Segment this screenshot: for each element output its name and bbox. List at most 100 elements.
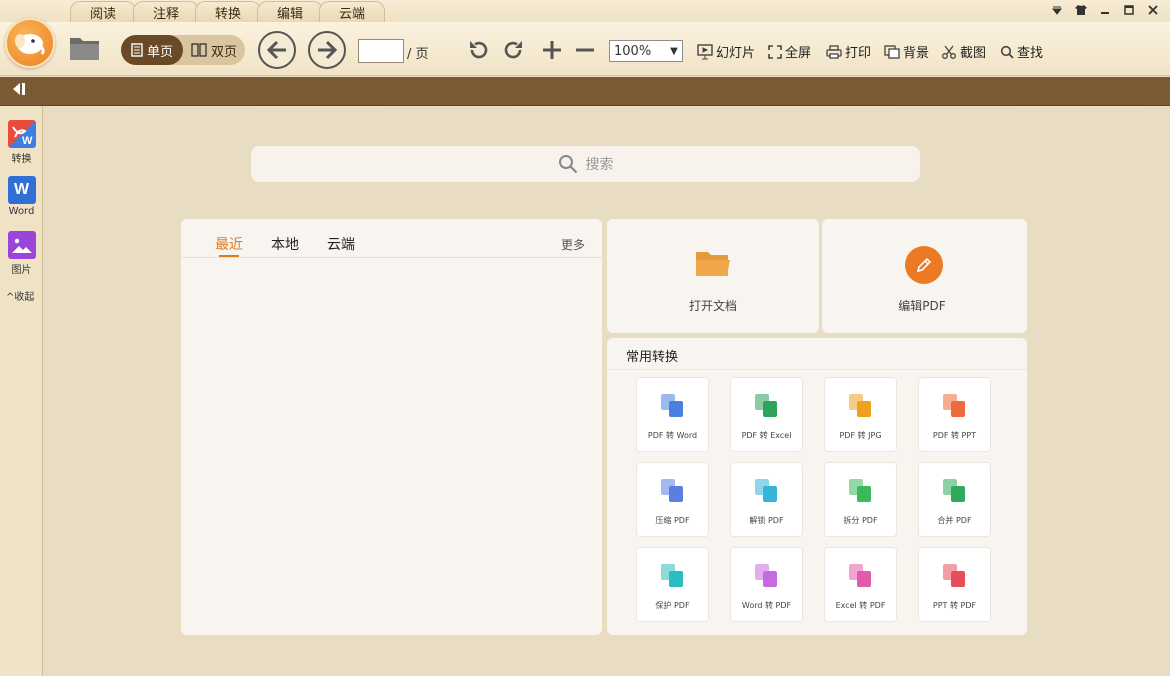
- fullscreen-button[interactable]: 全屏: [768, 42, 811, 61]
- conversion-icon: [848, 479, 873, 503]
- open-document-card[interactable]: [607, 219, 819, 333]
- conversion-label: 压缩 PDF: [655, 516, 690, 525]
- sidebar-item-word[interactable]: W Word: [0, 176, 43, 217]
- title-bar: 阅读 注释 转换 编辑 云端: [0, 0, 1170, 22]
- conversion-label: 保护 PDF: [655, 601, 690, 610]
- conversion-tile[interactable]: 拆分 PDF: [824, 462, 897, 537]
- conversion-tile[interactable]: PDF 转 JPG: [824, 377, 897, 452]
- pencil-icon: [905, 246, 943, 284]
- dropdown-icon[interactable]: [1048, 2, 1066, 18]
- sidebar-item-label: 图片: [11, 265, 32, 276]
- zoom-in-icon[interactable]: [540, 38, 564, 68]
- rotate-right-icon[interactable]: [501, 38, 525, 68]
- conversion-tile[interactable]: Excel 转 PDF: [824, 547, 897, 622]
- conversion-tile[interactable]: PDF 转 Word: [636, 377, 709, 452]
- sidebar-item-image[interactable]: 图片: [0, 231, 43, 276]
- section-divider: [607, 369, 1027, 370]
- close-icon[interactable]: [1144, 2, 1162, 18]
- rotate-left-icon[interactable]: [467, 38, 491, 68]
- section-title: 常用转换: [626, 350, 679, 365]
- folder-icon: [696, 252, 730, 276]
- scissors-icon: [942, 45, 956, 59]
- tab-cloud-files[interactable]: 云端: [327, 234, 355, 254]
- screenshot-button[interactable]: 截图: [941, 42, 986, 61]
- slideshow-button[interactable]: 幻灯片: [697, 42, 755, 61]
- conversion-label: PDF 转 Excel: [741, 431, 792, 440]
- conversion-icon: [754, 564, 779, 588]
- conversion-tile[interactable]: PPT 转 PDF: [918, 547, 991, 622]
- double-page-button[interactable]: 双页: [183, 35, 245, 65]
- tab-edit[interactable]: 编辑: [257, 1, 323, 22]
- maximize-icon[interactable]: [1120, 2, 1138, 18]
- slideshow-label: 幻灯片: [716, 46, 756, 61]
- sidebar-item-label: Word: [8, 206, 35, 217]
- search-input[interactable]: 搜索: [251, 146, 920, 182]
- search-icon: [1000, 45, 1014, 59]
- tab-recent[interactable]: 最近: [215, 234, 243, 254]
- sidebar-collapse[interactable]: ^收起: [6, 288, 34, 303]
- image-icon: [7, 231, 36, 259]
- window-controls: [1048, 2, 1162, 18]
- tab-annotate[interactable]: 注释: [133, 1, 199, 22]
- tab-cloud[interactable]: 云端: [319, 1, 385, 22]
- sidebar-item-convert[interactable]: W 转换: [0, 120, 43, 165]
- panel-strip: [0, 77, 1170, 106]
- conversion-tile[interactable]: 合并 PDF: [918, 462, 991, 537]
- printer-icon: [826, 44, 842, 59]
- conversion-tile[interactable]: PDF 转 Excel: [730, 377, 803, 452]
- conversion-icon: [754, 394, 779, 418]
- print-label: 打印: [845, 46, 872, 61]
- conversion-label: PDF 转 PPT: [932, 431, 977, 440]
- sidebar: W 转换 W Word 图片 ^收起: [0, 106, 43, 676]
- collapse-panel-icon[interactable]: [10, 81, 32, 101]
- conversion-label: Word 转 PDF: [741, 601, 792, 610]
- chevron-down-icon: ▼: [670, 45, 678, 57]
- conversion-icon: [660, 394, 685, 418]
- page-number-input[interactable]: [358, 39, 404, 63]
- conversion-label: Excel 转 PDF: [835, 601, 886, 610]
- app-logo[interactable]: [5, 18, 55, 68]
- zoom-select[interactable]: 100% ▼: [609, 40, 683, 62]
- conversion-icon: [660, 479, 685, 503]
- background-icon: [884, 44, 900, 59]
- fullscreen-icon: [768, 44, 782, 59]
- conversion-icon: [660, 564, 685, 588]
- conversion-tile[interactable]: PDF 转 PPT: [918, 377, 991, 452]
- single-page-button[interactable]: 单页: [121, 35, 183, 65]
- double-page-label: 双页: [210, 44, 237, 60]
- conversion-icon: [942, 394, 967, 418]
- conversion-tile[interactable]: 解锁 PDF: [730, 462, 803, 537]
- tab-read[interactable]: 阅读: [70, 1, 136, 22]
- conversion-tile[interactable]: 保护 PDF: [636, 547, 709, 622]
- edit-pdf-card[interactable]: [822, 219, 1027, 333]
- zoom-out-icon[interactable]: [573, 38, 597, 68]
- conversion-label: 解锁 PDF: [749, 516, 784, 525]
- tab-convert[interactable]: 转换: [195, 1, 261, 22]
- conversion-tile[interactable]: Word 转 PDF: [730, 547, 803, 622]
- sidebar-item-label: 转换: [11, 154, 32, 165]
- elephant-icon: [15, 34, 45, 55]
- more-link[interactable]: 更多: [561, 236, 585, 253]
- slideshow-icon: [697, 43, 713, 59]
- arrow-right-icon: [318, 40, 338, 60]
- pdf-to-word-icon: W: [7, 120, 36, 148]
- background-button[interactable]: 背景: [884, 42, 929, 61]
- find-button[interactable]: 查找: [1000, 42, 1043, 61]
- recent-divider: [181, 257, 602, 258]
- minimize-icon[interactable]: [1096, 2, 1114, 18]
- skin-icon[interactable]: [1072, 2, 1090, 18]
- print-button[interactable]: 打印: [826, 42, 871, 61]
- search-placeholder: 搜索: [585, 157, 614, 173]
- prev-page-button[interactable]: [258, 31, 296, 69]
- arrow-left-icon: [266, 40, 286, 60]
- open-document-label: 打开文档: [688, 299, 737, 313]
- single-page-icon: [131, 43, 143, 57]
- tab-local[interactable]: 本地: [271, 234, 299, 254]
- conversion-label: PDF 转 JPG: [839, 431, 882, 440]
- conversion-label: 拆分 PDF: [843, 516, 878, 525]
- conversion-tile[interactable]: 压缩 PDF: [636, 462, 709, 537]
- open-folder-icon[interactable]: [68, 34, 102, 66]
- zoom-value: 100%: [614, 43, 652, 59]
- edit-pdf-label: 编辑PDF: [898, 299, 946, 313]
- next-page-button[interactable]: [308, 31, 346, 69]
